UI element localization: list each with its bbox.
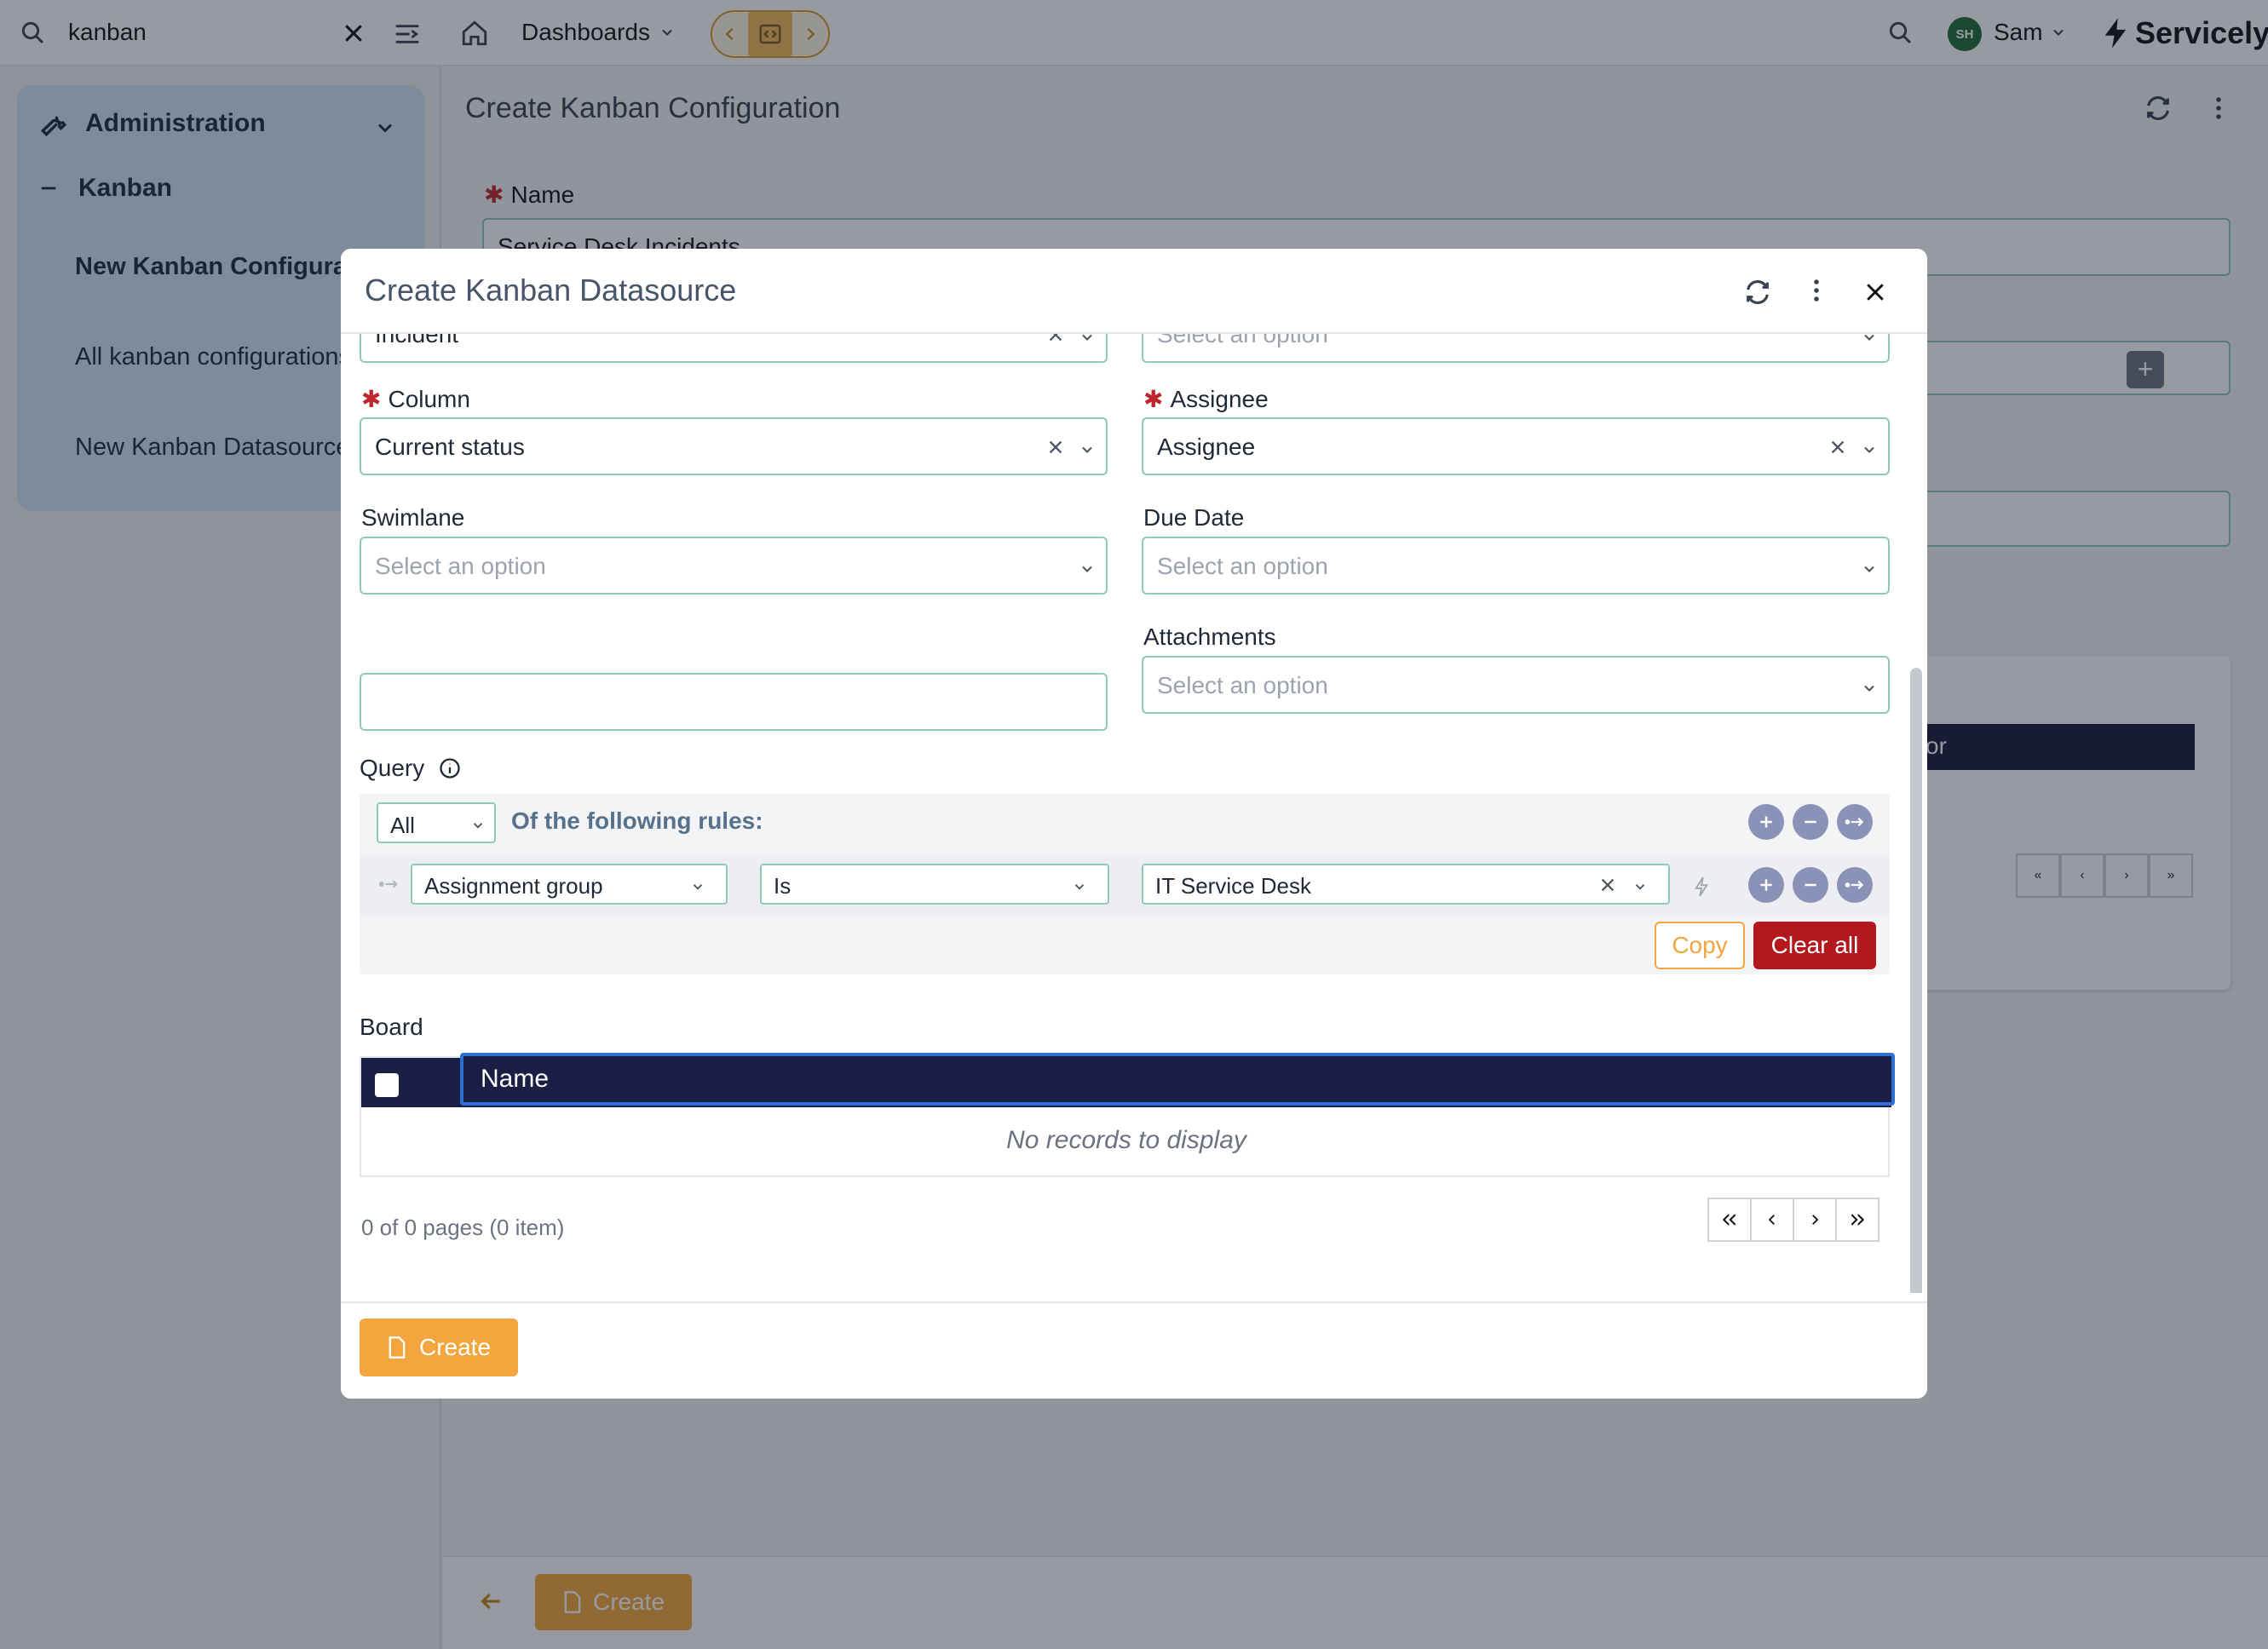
add-rule-icon[interactable]: [1748, 804, 1784, 840]
chevron-down-icon: [1861, 334, 1878, 346]
column-label: ✱ Column: [361, 386, 470, 412]
clear-icon[interactable]: [1598, 876, 1617, 894]
info-icon[interactable]: [438, 756, 462, 780]
remove-rule-icon[interactable]: [1793, 804, 1828, 840]
rule-value-select[interactable]: IT Service Desk: [1142, 864, 1670, 905]
chevron-down-icon: [470, 818, 486, 833]
next-page-icon[interactable]: [1793, 1198, 1837, 1242]
page-info: 0 of 0 pages (0 item): [361, 1215, 565, 1240]
refresh-icon[interactable]: [1743, 278, 1772, 307]
chevron-down-icon: [1861, 441, 1878, 458]
assignee-select-value: Assignee: [1157, 434, 1256, 460]
prev-page-icon[interactable]: [1750, 1198, 1794, 1242]
table-select[interactable]: Incident: [360, 334, 1108, 363]
chevron-down-icon: [1072, 879, 1087, 894]
clear-icon[interactable]: [1046, 438, 1065, 457]
name-column-header[interactable]: Name: [460, 1053, 1895, 1106]
column-select-value: Current status: [375, 434, 525, 460]
chevron-down-icon: [1861, 560, 1878, 577]
chevron-down-icon: [1079, 560, 1096, 577]
rule-operator-select[interactable]: Is: [760, 864, 1109, 905]
clear-all-button[interactable]: Clear all: [1753, 922, 1876, 969]
assignee-select[interactable]: Assignee: [1142, 417, 1890, 475]
match-select[interactable]: All: [377, 802, 496, 843]
create-datasource-modal: Create Kanban Datasource Incident Select…: [341, 249, 1927, 1399]
add-rule-icon[interactable]: [1748, 867, 1784, 903]
query-builder: All Of the following rules: Assignment g…: [360, 794, 1890, 974]
top-right-select[interactable]: Select an option: [1142, 334, 1890, 363]
due-date-label: Due Date: [1143, 504, 1245, 531]
document-icon: [387, 1336, 407, 1359]
board-grid-header: Name: [361, 1053, 1895, 1107]
board-label: Board: [360, 1014, 423, 1040]
table-select-value: Incident: [375, 334, 459, 348]
swimlane-label: Swimlane: [361, 504, 465, 531]
chevron-down-icon: [1861, 680, 1878, 697]
chevron-down-icon: [1079, 334, 1096, 346]
last-page-icon[interactable]: [1835, 1198, 1879, 1242]
chevron-down-icon: [1079, 441, 1096, 458]
rule-field-value: Assignment group: [424, 873, 603, 899]
clear-icon[interactable]: [1046, 334, 1065, 344]
column-select[interactable]: Current status: [360, 417, 1108, 475]
swimlane-placeholder: Select an option: [375, 553, 546, 579]
bolt-icon[interactable]: [1692, 876, 1711, 898]
board-pager: [1707, 1198, 1879, 1242]
attachments-select[interactable]: Select an option: [1142, 656, 1890, 714]
clear-icon[interactable]: [1828, 438, 1847, 457]
close-icon[interactable]: [1862, 279, 1888, 305]
modal-header: Create Kanban Datasource: [341, 249, 1927, 334]
due-date-select[interactable]: Select an option: [1142, 537, 1890, 595]
swimlane-select[interactable]: Select an option: [360, 537, 1108, 595]
board-grid: Name No records to display: [360, 1053, 1895, 1177]
due-date-placeholder: Select an option: [1157, 553, 1328, 579]
attachments-label: Attachments: [1143, 623, 1276, 650]
add-group-icon[interactable]: [1837, 867, 1873, 903]
attachments-placeholder: Select an option: [1157, 672, 1328, 698]
chevron-down-icon: [1632, 879, 1648, 894]
modal-title: Create Kanban Datasource: [365, 273, 737, 307]
chevron-down-icon: [690, 879, 705, 894]
empty-state: No records to display: [1006, 1126, 1246, 1154]
add-group-icon[interactable]: [1837, 804, 1873, 840]
top-right-select-placeholder: Select an option: [1157, 334, 1328, 348]
column-select-spacer: [360, 673, 1108, 731]
rule-field-select[interactable]: Assignment group: [411, 864, 728, 905]
rule-operator-value: Is: [774, 873, 791, 899]
rules-label: Of the following rules:: [511, 807, 763, 834]
modal-scrollbar[interactable]: [1910, 668, 1922, 1293]
first-page-icon[interactable]: [1707, 1198, 1752, 1242]
create-button[interactable]: Create: [360, 1319, 518, 1376]
select-all-checkbox[interactable]: [375, 1073, 399, 1097]
match-select-value: All: [390, 813, 415, 838]
drag-handle-icon[interactable]: [378, 877, 400, 891]
create-label: Create: [418, 1334, 492, 1360]
modal-footer: Create: [341, 1301, 1927, 1399]
modal-body: Incident Select an option ✱ Column ✱ Assig…: [341, 334, 1927, 1293]
remove-rule-icon[interactable]: [1793, 867, 1828, 903]
query-rule-row: Assignment group Is IT Service Desk: [360, 855, 1890, 916]
rule-value: IT Service Desk: [1155, 873, 1312, 899]
query-label: Query: [360, 755, 462, 782]
assignee-label: ✱ Assignee: [1143, 386, 1269, 412]
copy-button[interactable]: Copy: [1655, 922, 1745, 969]
more-vertical-icon[interactable]: [1808, 278, 1825, 303]
